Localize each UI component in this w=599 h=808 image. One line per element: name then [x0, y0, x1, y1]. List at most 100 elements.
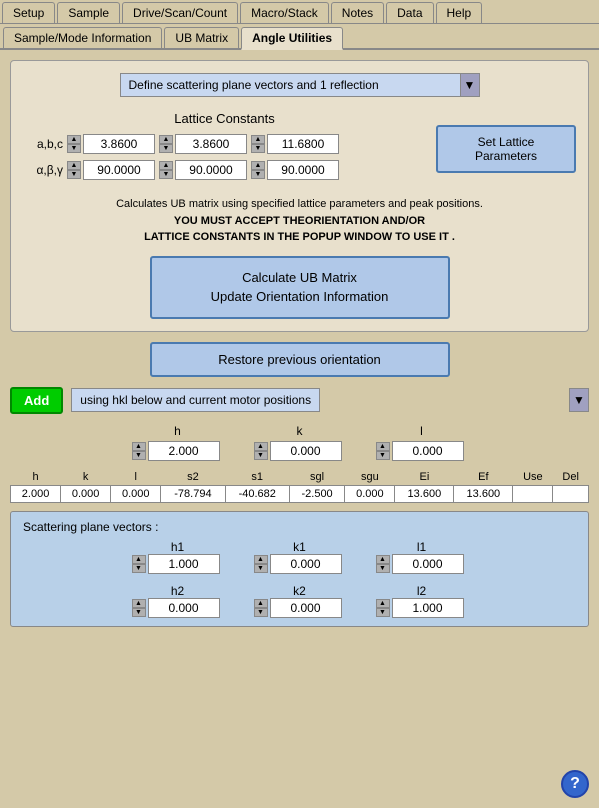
beta-down[interactable]: ▼ [159, 170, 173, 179]
lattice-fields: Lattice Constants a,b,c ▲ ▼ ▲ [23, 111, 426, 186]
l1-up[interactable]: ▲ [376, 555, 390, 564]
abc-label: a,b,c [23, 137, 63, 151]
menu-setup[interactable]: Setup [2, 2, 55, 23]
info-line1: Calculates UB matrix using specified lat… [23, 196, 576, 213]
h1-up[interactable]: ▲ [132, 555, 146, 564]
l-up[interactable]: ▲ [376, 442, 390, 451]
abg-label: α,β,γ [23, 163, 63, 177]
hkl-dropdown-arrow-icon[interactable]: ▼ [569, 388, 589, 412]
l-spinner-group: ▲ ▼ [376, 441, 464, 461]
td-l: 0.000 [111, 485, 161, 502]
l-field-label: l [420, 424, 423, 438]
add-row: Add using hkl below and current motor po… [10, 387, 589, 414]
h1-down[interactable]: ▼ [132, 564, 146, 573]
add-button[interactable]: Add [10, 387, 63, 414]
l1-label: l1 [417, 540, 426, 554]
td-sgu: 0.000 [345, 485, 395, 502]
l-value-input[interactable] [392, 441, 464, 461]
k2-arrows: ▲ ▼ [254, 599, 268, 617]
l1-group: l1 ▲ ▼ [376, 540, 468, 574]
h2-up[interactable]: ▲ [132, 599, 146, 608]
dropdown-wrapper: Define scattering plane vectors and 1 re… [120, 73, 480, 97]
k-spinner-group: ▲ ▼ [254, 441, 342, 461]
h1-input[interactable] [148, 554, 220, 574]
alpha-down[interactable]: ▼ [67, 170, 81, 179]
l1-spinner: ▲ ▼ [376, 554, 464, 574]
alpha-input[interactable] [83, 160, 155, 180]
tab-sample-mode[interactable]: Sample/Mode Information [3, 27, 162, 48]
abg-row: α,β,γ ▲ ▼ ▲ ▼ [23, 160, 426, 180]
l2-input[interactable] [392, 598, 464, 618]
td-s2: -78.794 [161, 485, 225, 502]
beta-up[interactable]: ▲ [159, 161, 173, 170]
l1-input[interactable] [392, 554, 464, 574]
a-up[interactable]: ▲ [67, 135, 81, 144]
k-up[interactable]: ▲ [254, 442, 268, 451]
b-up[interactable]: ▲ [159, 135, 173, 144]
a-down[interactable]: ▼ [67, 144, 81, 153]
menu-drive-scan-count[interactable]: Drive/Scan/Count [122, 2, 238, 23]
alpha-up[interactable]: ▲ [67, 161, 81, 170]
b-down[interactable]: ▼ [159, 144, 173, 153]
c-down[interactable]: ▼ [251, 144, 265, 153]
gamma-down[interactable]: ▼ [251, 170, 265, 179]
td-ef: 13.600 [454, 485, 513, 502]
td-use [513, 485, 553, 502]
tab-ub-matrix[interactable]: UB Matrix [164, 27, 239, 48]
k1-label: k1 [293, 540, 306, 554]
menu-macro-stack[interactable]: Macro/Stack [240, 2, 329, 23]
data-table-container: h k l s2 s1 sgl sgu Ei Ef Use Del 2.000 … [10, 469, 589, 503]
k1-up[interactable]: ▲ [254, 555, 268, 564]
h-arrows: ▲ ▼ [132, 442, 146, 460]
set-lattice-button[interactable]: Set Lattice Parameters [436, 125, 576, 173]
h2-input[interactable] [148, 598, 220, 618]
hkl-inputs-row: h ▲ ▼ k ▲ ▼ l ▲ [10, 424, 589, 461]
k1-spinner: ▲ ▼ [254, 554, 342, 574]
hkl-mode-dropdown[interactable]: using hkl below and current motor positi… [71, 388, 320, 412]
l2-up[interactable]: ▲ [376, 599, 390, 608]
restore-orientation-button[interactable]: Restore previous orientation [150, 342, 450, 377]
td-k: 0.000 [61, 485, 111, 502]
l-down[interactable]: ▼ [376, 451, 390, 460]
k1-down[interactable]: ▼ [254, 564, 268, 573]
k2-up[interactable]: ▲ [254, 599, 268, 608]
h1-label: h1 [171, 540, 184, 554]
c-input[interactable] [267, 134, 339, 154]
info-line3: LATTICE CONSTANTS IN THE POPUP WINDOW TO… [23, 229, 576, 246]
gamma-up[interactable]: ▲ [251, 161, 265, 170]
h-field-label: h [174, 424, 181, 438]
gamma-input[interactable] [267, 160, 339, 180]
h-down[interactable]: ▼ [132, 451, 146, 460]
b-input[interactable] [175, 134, 247, 154]
k2-down[interactable]: ▼ [254, 608, 268, 617]
h2-down[interactable]: ▼ [132, 608, 146, 617]
h-value-input[interactable] [148, 441, 220, 461]
k1-input[interactable] [270, 554, 342, 574]
menu-notes[interactable]: Notes [331, 2, 384, 23]
dropdown-arrow-icon[interactable]: ▼ [460, 73, 480, 97]
a-input[interactable] [83, 134, 155, 154]
a-arrows: ▲ ▼ [67, 135, 81, 153]
alpha-spinner: ▲ ▼ [67, 160, 155, 180]
menu-data[interactable]: Data [386, 2, 433, 23]
l1-down[interactable]: ▼ [376, 564, 390, 573]
menu-help[interactable]: Help [436, 2, 483, 23]
c-up[interactable]: ▲ [251, 135, 265, 144]
tab-angle-utilities[interactable]: Angle Utilities [241, 27, 343, 50]
l2-down[interactable]: ▼ [376, 608, 390, 617]
abc-row: a,b,c ▲ ▼ ▲ ▼ [23, 134, 426, 154]
scattering-mode-dropdown[interactable]: Define scattering plane vectors and 1 re… [120, 73, 480, 97]
beta-input[interactable] [175, 160, 247, 180]
h2-arrows: ▲ ▼ [132, 599, 146, 617]
calculate-ub-button[interactable]: Calculate UB Matrix Update Orientation I… [150, 256, 450, 319]
table-header-row: h k l s2 s1 sgl sgu Ei Ef Use Del [11, 469, 589, 486]
gamma-spinner: ▲ ▼ [251, 160, 339, 180]
h-up[interactable]: ▲ [132, 442, 146, 451]
l2-group: l2 ▲ ▼ [376, 584, 468, 618]
k-value-input[interactable] [270, 441, 342, 461]
help-button[interactable]: ? [561, 770, 589, 798]
k2-input[interactable] [270, 598, 342, 618]
c-spinner: ▲ ▼ [251, 134, 339, 154]
menu-sample[interactable]: Sample [57, 2, 120, 23]
k-down[interactable]: ▼ [254, 451, 268, 460]
